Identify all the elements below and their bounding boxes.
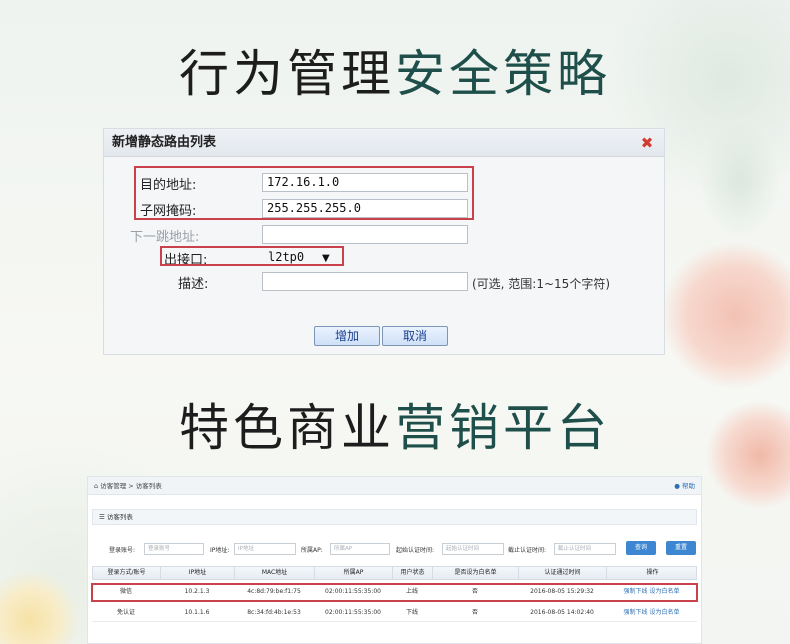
dialog-title: 新增静态路由列表 bbox=[104, 129, 664, 157]
column-header[interactable]: 用户状态 bbox=[393, 567, 433, 579]
next-hop-label: 下一跳地址: bbox=[130, 230, 200, 245]
start-time-filter-label: 起始认证时间: bbox=[396, 547, 435, 554]
close-icon[interactable]: ✖ bbox=[640, 136, 654, 151]
description-label: 描述: bbox=[178, 277, 209, 292]
column-header[interactable]: 登录方式/账号 bbox=[93, 567, 161, 579]
section-header: ☰ 访客列表 bbox=[92, 509, 697, 525]
help-link[interactable]: ● 帮助 bbox=[674, 477, 695, 495]
ap-filter-label: 所属AP: bbox=[301, 547, 323, 554]
ap-filter-input[interactable]: 所属AP bbox=[330, 543, 390, 555]
end-time-filter-input[interactable]: 截止认证时间 bbox=[554, 543, 616, 555]
table-cell: 10.1.1.6 bbox=[184, 609, 210, 616]
table-cell: 否 bbox=[471, 609, 478, 616]
end-time-filter-label: 截止认证时间: bbox=[508, 547, 547, 554]
ip-filter-label: IP地址: bbox=[210, 547, 230, 554]
table-cell: 8c:34:fd:4b:1e:53 bbox=[247, 609, 301, 616]
table-row: 免认证 10.1.1.6 8c:34:fd:4b:1e:53 02:00:11:… bbox=[92, 604, 697, 622]
add-button[interactable]: 增加 bbox=[314, 326, 380, 346]
description-input[interactable] bbox=[262, 272, 468, 291]
heading-green-text: 安全策略 bbox=[395, 45, 611, 103]
description-hint: (可选, 范围:1~15个字符) bbox=[472, 277, 610, 291]
start-time-filter-input[interactable]: 起始认证时间 bbox=[442, 543, 504, 555]
table-cell: 免认证 bbox=[116, 609, 135, 616]
reset-button[interactable]: 重置 bbox=[666, 541, 696, 555]
query-button[interactable]: 查询 bbox=[626, 541, 656, 555]
breadcrumb-text: 访客管理 > 访客列表 bbox=[100, 482, 162, 490]
list-icon: ☰ bbox=[99, 513, 107, 521]
highlight-box bbox=[160, 246, 344, 266]
table-header: 登录方式/账号 IP地址 MAC地址 所属AP 用户状态 是否设为白名单 认证通… bbox=[92, 566, 697, 580]
column-header[interactable]: IP地址 bbox=[161, 567, 235, 579]
heading-marketing-platform: 特色商业营销平台 bbox=[0, 388, 790, 460]
breadcrumb: ⌂ 访客管理 > 访客列表 bbox=[88, 477, 701, 495]
cancel-button[interactable]: 取消 bbox=[382, 326, 448, 346]
static-route-dialog: 新增静态路由列表 ✖ 目的地址: 172.16.1.0 子网掩码: 255.25… bbox=[103, 128, 665, 355]
leaf-decoration bbox=[700, 120, 780, 240]
help-text: 帮助 bbox=[682, 482, 695, 490]
section-title: 访客列表 bbox=[106, 513, 133, 521]
ip-filter-input[interactable]: IP地址 bbox=[234, 543, 296, 555]
account-filter-input[interactable]: 登录账号 bbox=[144, 543, 204, 555]
row-actions[interactable]: 强制下线 设为白名单 bbox=[606, 604, 697, 622]
visitor-list-panel: ⌂ 访客管理 > 访客列表 ● 帮助 ☰ 访客列表 登录账号: 登录账号 IP地… bbox=[87, 476, 702, 644]
account-filter-label: 登录账号: bbox=[109, 547, 136, 554]
help-icon: ● bbox=[674, 482, 682, 490]
column-header[interactable]: 认证通过时间 bbox=[519, 567, 607, 579]
column-header[interactable]: 所属AP bbox=[315, 567, 393, 579]
column-header[interactable]: 是否设为白名单 bbox=[433, 567, 519, 579]
table-cell: 下线 bbox=[405, 609, 418, 616]
heading-dark-text: 特色商业 bbox=[179, 399, 395, 457]
next-hop-input[interactable] bbox=[262, 225, 468, 244]
highlight-box bbox=[91, 583, 698, 602]
highlight-box bbox=[134, 166, 474, 220]
column-header[interactable]: 操作 bbox=[607, 567, 698, 579]
column-header[interactable]: MAC地址 bbox=[235, 567, 315, 579]
heading-green-text: 营销平台 bbox=[395, 399, 611, 457]
table-cell: 2016-08-05 14:02:40 bbox=[530, 609, 594, 616]
heading-behavior-management: 行为管理安全策略 bbox=[0, 34, 790, 106]
table-cell: 02:00:11:55:35:00 bbox=[325, 609, 381, 616]
heading-dark-text: 行为管理 bbox=[179, 45, 395, 103]
